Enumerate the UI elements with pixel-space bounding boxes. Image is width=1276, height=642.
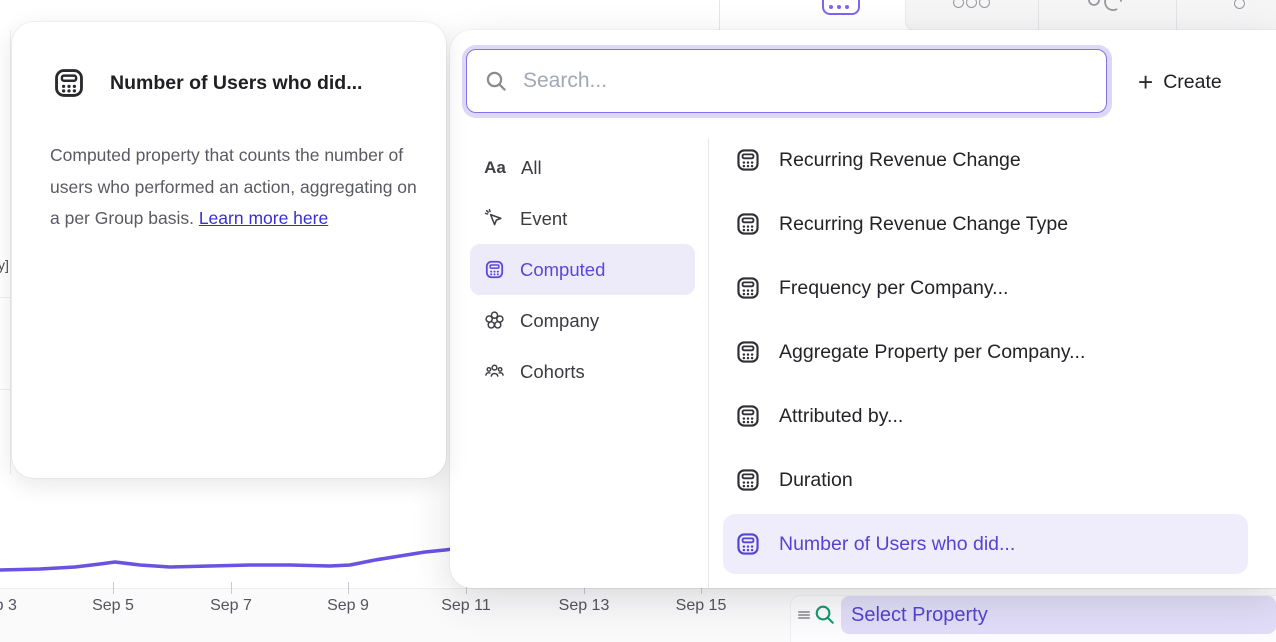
select-property-button[interactable]: Select Property [841,596,1276,634]
result-label: Frequency per Company... [779,277,1008,300]
tooltip-header: Number of Users who did... [52,66,362,100]
drag-handle-icon[interactable] [795,606,813,624]
tooltip-description: Computed property that counts the number… [50,140,422,235]
list-item-selected[interactable]: Number of Users who did... [723,514,1248,574]
category-label: All [521,157,542,179]
tooltip-title: Number of Users who did... [110,72,362,95]
circles-icon[interactable] [953,0,993,11]
company-cluster-icon [484,310,505,331]
result-label: Number of Users who did... [779,533,1015,556]
x-axis-label: Sep 5 [92,597,134,615]
category-label: Event [520,208,567,230]
list-item[interactable]: Attributed by... [723,386,1248,446]
calculator-icon [735,403,761,429]
tab-active[interactable] [770,0,905,30]
result-label: Recurring Revenue Change Type [779,213,1068,236]
x-axis-label: Sep 3 [0,597,17,615]
category-item-computed[interactable]: Computed [470,244,695,295]
category-label: Company [520,310,599,332]
list-item[interactable]: Duration [723,450,1248,510]
search-field[interactable] [466,49,1107,113]
view-tabbar [720,0,1276,30]
calculator-icon [735,339,761,365]
list-item[interactable]: Recurring Revenue Change [723,130,1248,190]
tab-separator [1038,0,1039,30]
result-label: Attributed by... [779,405,903,428]
x-axis-label: Sep 11 [441,597,491,615]
list-item[interactable]: Frequency per Company... [723,258,1248,318]
create-button-label: Create [1163,71,1222,94]
calculator-icon [735,531,761,557]
calculator-icon [484,259,505,280]
calculator-icon [735,467,761,493]
x-axis-label: Sep 7 [210,597,252,615]
calculator-icon [735,147,761,173]
people-group-icon [484,361,505,382]
category-item-event[interactable]: Event [470,193,695,244]
list-item[interactable]: Aggregate Property per Company... [723,322,1248,382]
property-results-list: Recurring Revenue Change Recurring Reven… [723,130,1248,578]
result-label: Duration [779,469,853,492]
tab-separator [1176,0,1177,30]
select-property-label: Select Property [841,604,988,627]
app-window: y] Sep 3 Sep 5 Sep 7 Sep 9 Sep 11 Sep 13… [0,0,1276,642]
search-field-focus-ring [462,45,1112,118]
calculator-icon [52,66,86,100]
text-aa-icon: Aa [484,158,506,178]
category-item-company[interactable]: Company [470,295,695,346]
category-label: Computed [520,259,605,281]
popover-divider [708,138,709,588]
property-picker-popover: + Create Aa All Event Computed Company [450,30,1276,588]
calculator-icon [735,275,761,301]
result-label: Recurring Revenue Change [779,149,1021,172]
x-axis-label: Sep 13 [559,597,610,615]
plus-icon: + [1138,69,1153,95]
tab-group-inactive [905,0,1276,30]
revenue-line [0,548,460,570]
x-axis-label: Sep 15 [676,597,727,615]
axis-tick [348,582,349,594]
calculator-icon [822,0,860,15]
category-item-cohorts[interactable]: Cohorts [470,346,695,397]
retention-loop-icon[interactable] [1086,0,1124,14]
search-icon [813,603,836,626]
x-axis-label: Sep 9 [327,597,369,615]
category-list: Aa All Event Computed Company Cohorts [470,142,695,397]
axis-tick [113,582,114,594]
result-label: Aggregate Property per Company... [779,341,1085,364]
property-tooltip-card: Number of Users who did... Computed prop… [12,22,446,478]
search-icon [484,69,508,93]
list-item[interactable]: Recurring Revenue Change Type [723,194,1248,254]
category-item-all[interactable]: Aa All [470,142,695,193]
cursor-sparkle-icon [484,208,505,229]
learn-more-link[interactable]: Learn more here [199,208,328,228]
category-label: Cohorts [520,361,585,383]
create-button[interactable]: + Create [1138,66,1222,98]
axis-tick [231,582,232,594]
search-input[interactable] [521,68,1106,94]
calculator-icon [735,211,761,237]
ring-icon[interactable] [1234,0,1245,9]
